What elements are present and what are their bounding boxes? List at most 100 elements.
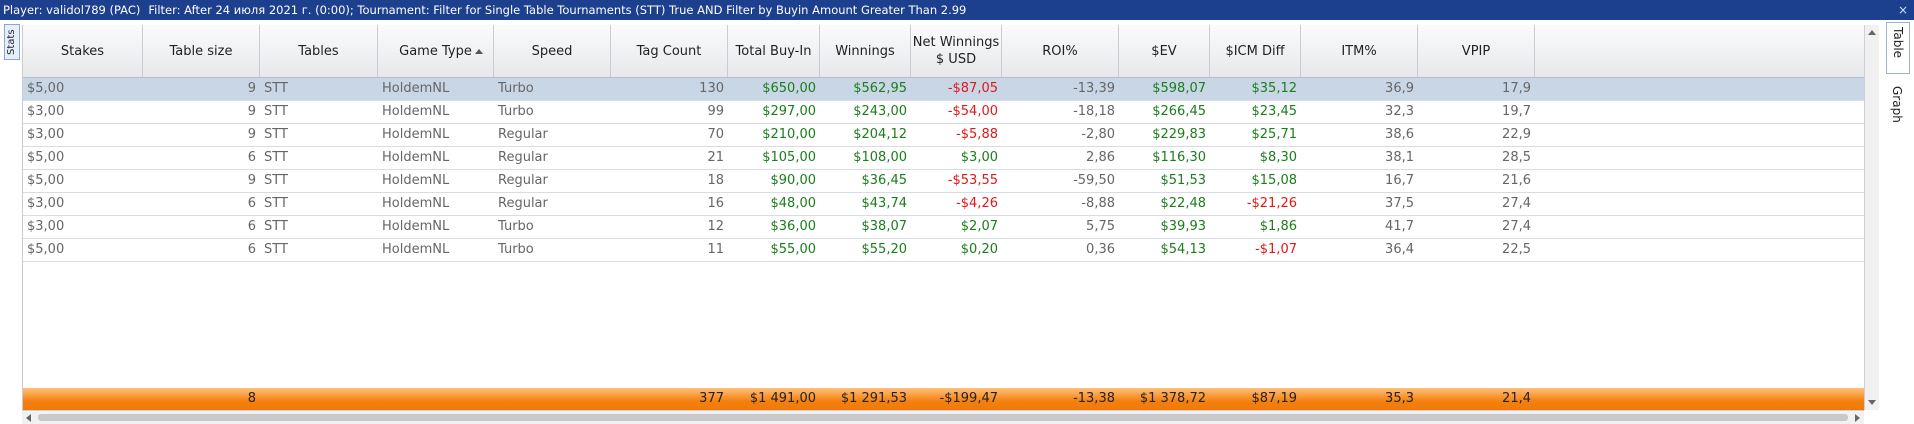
cell-itm: 32,3 (1385, 104, 1414, 119)
cell-icm: $8,30 (1259, 150, 1297, 165)
table-row[interactable]: $3,00 9 STT HoldemNL Turbo 99 $297,00 $243,00 -$… (23, 101, 1865, 124)
cell-vpip: 22,9 (1502, 127, 1531, 142)
scroll-down-icon[interactable] (1868, 400, 1876, 405)
cell-vpip: 17,9 (1502, 81, 1531, 96)
cell-ev: $39,93 (1160, 219, 1207, 234)
cell-vpip: 21,6 (1502, 173, 1531, 188)
grid-header: Stakes Table size Tables Game Type Speed… (23, 25, 1865, 78)
col-header-itm[interactable]: ITM% (1301, 25, 1418, 77)
filter-title-bar: Player: validol789 (PAC) Filter: After 24… (0, 0, 1914, 20)
tab-graph[interactable]: Graph (1886, 82, 1910, 142)
col-header-icm-diff[interactable]: $ICM Diff (1210, 25, 1301, 77)
vertical-scrollbar[interactable] (1864, 25, 1879, 410)
cell-tables: STT (264, 104, 288, 119)
cell-net: -$4,26 (956, 196, 998, 211)
scroll-left-icon[interactable] (26, 414, 31, 422)
total-winnings: $1 291,53 (840, 391, 907, 406)
cell-stakes: $3,00 (27, 127, 65, 142)
cell-buyin: $105,00 (762, 150, 816, 165)
scrollbar-thumb[interactable] (38, 414, 1848, 421)
cell-speed: Turbo (498, 242, 534, 257)
cell-speed: Regular (498, 196, 548, 211)
cell-icm: $1,86 (1259, 219, 1297, 234)
cell-game: HoldemNL (382, 173, 450, 188)
cell-tables: STT (264, 173, 288, 188)
table-row[interactable]: $3,00 6 STT HoldemNL Turbo 12 $36,00 $38,07 $2,0… (23, 216, 1865, 239)
cell-size: 9 (247, 173, 256, 188)
col-header-ev[interactable]: $EV (1119, 25, 1210, 77)
cell-size: 9 (247, 81, 256, 96)
total-icm-diff: $87,19 (1251, 391, 1298, 406)
cell-stakes: $3,00 (27, 104, 65, 119)
cell-win: $36,45 (861, 173, 908, 188)
cell-icm: -$21,26 (1246, 196, 1297, 211)
cell-itm: 36,9 (1385, 81, 1414, 96)
cell-tables: STT (264, 196, 288, 211)
cell-size: 6 (247, 196, 256, 211)
table-row[interactable]: $5,00 6 STT HoldemNL Turbo 11 $55,00 $55,20 $0,2… (23, 239, 1865, 262)
filter-label: Filter: After 24 июля 2021 г. (0:00); To… (148, 3, 967, 17)
cell-vpip: 19,7 (1502, 104, 1531, 119)
cell-tag: 18 (707, 173, 724, 188)
col-header-stakes[interactable]: Stakes (23, 25, 143, 77)
cell-net: -$53,55 (947, 173, 998, 188)
total-tag-count: 377 (699, 391, 724, 406)
cell-roi: 5,75 (1086, 219, 1115, 234)
col-header-speed[interactable]: Speed (494, 25, 611, 77)
cell-game: HoldemNL (382, 104, 450, 119)
cell-vpip: 27,4 (1502, 219, 1531, 234)
total-table-size: 8 (247, 391, 256, 406)
cell-vpip: 27,4 (1502, 196, 1531, 211)
cell-buyin: $36,00 (770, 219, 817, 234)
total-vpip: 21,4 (1502, 391, 1531, 406)
cell-net: $3,00 (960, 150, 998, 165)
cell-icm: $25,71 (1251, 127, 1298, 142)
cell-tag: 70 (707, 127, 724, 142)
cell-itm: 41,7 (1385, 219, 1414, 234)
horizontal-scrollbar[interactable] (22, 410, 1864, 424)
tab-table[interactable]: Table (1886, 22, 1910, 74)
cell-win: $38,07 (861, 219, 908, 234)
cell-ev: $598,07 (1152, 81, 1206, 96)
cell-speed: Regular (498, 150, 548, 165)
cell-size: 6 (247, 242, 256, 257)
cell-ev: $229,83 (1152, 127, 1206, 142)
scroll-up-icon[interactable] (1868, 30, 1876, 35)
col-header-winnings[interactable]: Winnings (820, 25, 911, 77)
col-header-total-buyin[interactable]: Total Buy-In (728, 25, 820, 77)
table-row[interactable]: $5,00 6 STT HoldemNL Regular 21 $105,00 $108,00… (23, 147, 1865, 170)
col-header-net-winnings[interactable]: Net Winnings $ USD (911, 25, 1002, 77)
player-label: Player: validol789 (PAC) (3, 3, 141, 17)
cell-win: $243,00 (853, 104, 907, 119)
col-header-tag-count[interactable]: Tag Count (611, 25, 728, 77)
total-roi: -13,38 (1073, 391, 1115, 406)
cell-tables: STT (264, 150, 288, 165)
table-row[interactable]: $3,00 9 STT HoldemNL Regular 70 $210,00 $204,12… (23, 124, 1865, 147)
table-row[interactable]: $5,00 9 STT HoldemNL Turbo 130 $650,00 $562,95 -… (23, 78, 1865, 101)
cell-roi: -13,39 (1073, 81, 1115, 96)
cell-itm: 36,4 (1385, 242, 1414, 257)
cell-vpip: 22,5 (1502, 242, 1531, 257)
col-header-tables[interactable]: Tables (260, 25, 378, 77)
table-row[interactable]: $3,00 6 STT HoldemNL Regular 16 $48,00 $43,74 -$… (23, 193, 1865, 216)
col-header-table-size[interactable]: Table size (143, 25, 260, 77)
total-itm: 35,3 (1385, 391, 1414, 406)
cell-icm: $23,45 (1251, 104, 1298, 119)
table-row[interactable]: $5,00 9 STT HoldemNL Regular 18 $90,00 $36,45 -$… (23, 170, 1865, 193)
cell-game: HoldemNL (382, 196, 450, 211)
scroll-right-icon[interactable] (1855, 414, 1860, 422)
cell-stakes: $5,00 (27, 173, 65, 188)
cell-tag: 99 (707, 104, 724, 119)
cell-game: HoldemNL (382, 242, 450, 257)
col-header-game-type[interactable]: Game Type (378, 25, 494, 77)
cell-tag: 11 (707, 242, 724, 257)
cell-speed: Turbo (498, 104, 534, 119)
close-icon[interactable]: × (1898, 0, 1908, 20)
view-tabs: Table Graph (1880, 20, 1914, 424)
col-header-roi[interactable]: ROI% (1002, 25, 1119, 77)
total-ev: $1 378,72 (1139, 391, 1206, 406)
cell-win: $562,95 (853, 81, 907, 96)
cell-stakes: $5,00 (27, 150, 65, 165)
stats-tab[interactable]: Stats (4, 24, 20, 60)
col-header-vpip[interactable]: VPIP (1418, 25, 1535, 77)
